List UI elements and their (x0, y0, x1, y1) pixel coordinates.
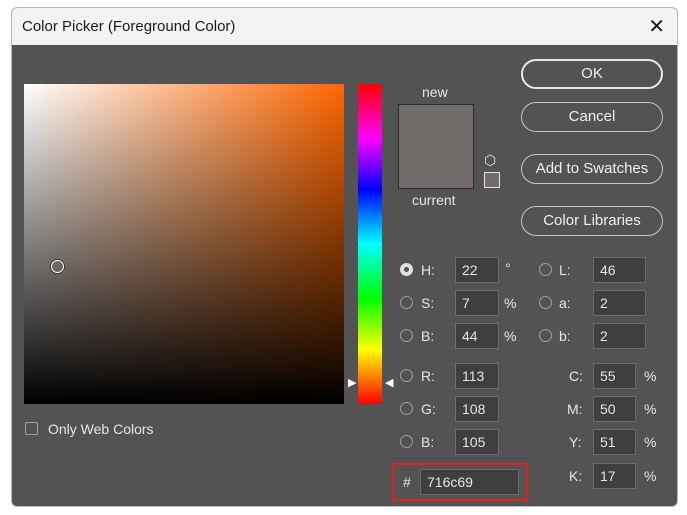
new-color-swatch (398, 104, 474, 147)
close-icon[interactable]: ✕ (648, 14, 665, 39)
web-safe-swatch-icon[interactable] (484, 172, 500, 188)
saturation-input[interactable]: 7 (455, 290, 499, 316)
out-of-gamut-cube-icon[interactable]: ⬡ (484, 152, 496, 169)
lab-l-radio[interactable] (539, 263, 552, 276)
hue-slider-right-handle-icon[interactable]: ◀ (385, 378, 393, 389)
cyan-label: C: (569, 368, 583, 384)
lab-b-radio[interactable] (539, 329, 552, 342)
lab-a-radio[interactable] (539, 296, 552, 309)
red-label: R: (421, 368, 435, 384)
color-libraries-button[interactable]: Color Libraries (521, 206, 663, 236)
hex-label: # (403, 474, 411, 490)
title-bar: Color Picker (Foreground Color) ✕ (12, 8, 677, 45)
lab-a-label: a: (559, 295, 571, 311)
magenta-unit: % (644, 401, 657, 417)
brightness-label: B: (421, 328, 435, 344)
ok-button[interactable]: OK (521, 59, 663, 89)
brightness-input[interactable]: 44 (455, 323, 499, 349)
current-color-label: current (412, 192, 456, 208)
hue-input[interactable]: 22 (455, 257, 499, 283)
only-web-colors-checkbox[interactable] (25, 422, 38, 435)
cancel-button[interactable]: Cancel (521, 102, 663, 132)
yellow-input[interactable]: 51 (593, 429, 636, 455)
green-input[interactable]: 108 (455, 396, 499, 422)
saturation-unit: % (504, 295, 517, 311)
color-field[interactable] (24, 84, 344, 404)
yellow-unit: % (644, 434, 657, 450)
red-input[interactable]: 113 (455, 363, 499, 389)
color-picker-dialog: Color Picker (Foreground Color) ✕ ▶ ◀ ne… (11, 7, 678, 507)
lab-l-input[interactable]: 46 (593, 257, 646, 283)
cyan-input[interactable]: 55 (593, 363, 636, 389)
brightness-radio[interactable] (400, 329, 413, 342)
saturation-radio[interactable] (400, 296, 413, 309)
lab-b-label: b: (559, 328, 571, 344)
only-web-colors-label: Only Web Colors (48, 421, 154, 437)
lab-l-label: L: (559, 262, 571, 278)
blue-radio[interactable] (400, 435, 413, 448)
window-title: Color Picker (Foreground Color) (22, 18, 236, 35)
hue-unit: ° (505, 260, 511, 276)
hue-slider[interactable] (358, 84, 382, 404)
lab-a-input[interactable]: 2 (593, 290, 646, 316)
green-label: G: (421, 401, 436, 417)
new-color-label: new (422, 84, 448, 100)
current-color-swatch[interactable] (398, 146, 474, 189)
yellow-label: Y: (569, 434, 582, 450)
black-label: K: (569, 468, 583, 484)
black-unit: % (644, 468, 657, 484)
hue-radio[interactable] (400, 263, 413, 276)
black-input[interactable]: 17 (593, 463, 636, 489)
saturation-label: S: (421, 295, 435, 311)
add-to-swatches-button[interactable]: Add to Swatches (521, 154, 663, 184)
red-radio[interactable] (400, 369, 413, 382)
magenta-label: M: (567, 401, 583, 417)
color-field-cursor[interactable] (51, 260, 64, 273)
cyan-unit: % (644, 368, 657, 384)
green-radio[interactable] (400, 402, 413, 415)
brightness-unit: % (504, 328, 517, 344)
hex-input[interactable]: 716c69 (420, 469, 519, 495)
lab-b-input[interactable]: 2 (593, 323, 646, 349)
blue-label: B: (421, 434, 435, 450)
magenta-input[interactable]: 50 (593, 396, 636, 422)
hue-slider-left-handle-icon[interactable]: ▶ (348, 378, 356, 389)
blue-input[interactable]: 105 (455, 429, 499, 455)
hue-label: H: (421, 262, 435, 278)
